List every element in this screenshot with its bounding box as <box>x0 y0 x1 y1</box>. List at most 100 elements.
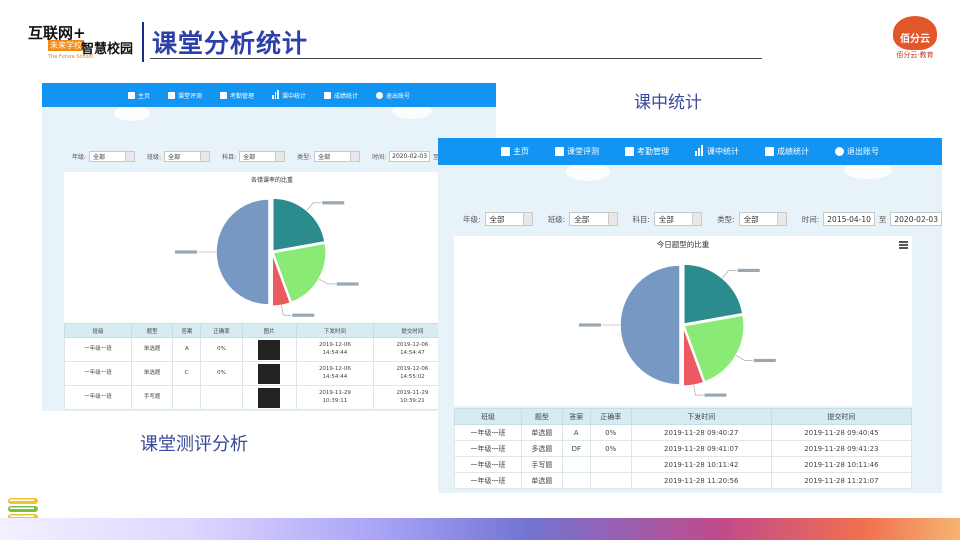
class-select[interactable]: 全部 <box>164 150 211 162</box>
cell-class: 一年级一班 <box>454 456 522 473</box>
cell-answer <box>561 472 591 489</box>
cell-class: 一年级一班 <box>454 472 522 489</box>
title-rule <box>150 58 762 59</box>
image-thumbnail[interactable] <box>258 339 281 360</box>
nav-class-stats[interactable]: 课中统计 <box>272 89 306 100</box>
cell-submitted: 2019-11-28 09:41:23 <box>770 440 913 457</box>
table-header-row: 班级 题型 答案 正确率 下发时间 提交时间 <box>454 408 913 425</box>
chevron-down-icon <box>692 213 702 225</box>
sent-time: 14:54:44 <box>322 373 348 380</box>
table-row: 一年级一班 多选题 DF 0% 2019-11-28 09:41:07 2019… <box>454 440 913 457</box>
cell-submitted: 2019-11-28 09:40:45 <box>770 424 913 441</box>
edit-icon <box>167 91 175 99</box>
nav-evaluation[interactable]: 课堂评测 <box>167 91 202 100</box>
nav-attendance-label: 考勤管理 <box>229 92 254 100</box>
col-rate: 正确率 <box>200 323 243 338</box>
cell-image <box>241 361 297 386</box>
cloud-logo-icon: 佰分云 <box>893 16 937 50</box>
type-select[interactable]: 全部 <box>738 212 787 226</box>
date-from-input[interactable]: 2020-02-03 <box>389 150 431 162</box>
slide: 互联网+ 未来学校 智慧校园 The Future School 课堂分析统计 … <box>0 0 960 540</box>
nav-score-stats[interactable]: 成绩统计 <box>765 146 809 157</box>
bar-chart-icon <box>272 89 280 99</box>
edit-icon <box>555 147 564 156</box>
menu-icon[interactable] <box>899 241 908 249</box>
nav-attendance[interactable]: 考勤管理 <box>625 146 669 157</box>
cell-class: 一年级一班 <box>454 424 522 441</box>
cell-sent: 2019-11-28 09:40:27 <box>630 424 772 441</box>
nav-logout-label: 退出账号 <box>386 92 411 100</box>
cell-sent: 2019-11-28 11:20:56 <box>630 472 772 489</box>
nav-score-stats-label: 成绩统计 <box>334 92 359 100</box>
image-thumbnail[interactable] <box>258 363 281 384</box>
col-sent: 下发时间 <box>295 323 375 338</box>
col-rate: 正确率 <box>589 408 632 425</box>
subject-select[interactable]: 全部 <box>239 150 286 162</box>
nav-home[interactable]: 主页 <box>127 91 150 100</box>
type-label: 类型: <box>297 153 312 161</box>
subject-value: 全部 <box>243 153 256 161</box>
col-class: 班级 <box>63 323 133 338</box>
date-separator: 至 <box>878 214 887 224</box>
bottom-gradient-stripe <box>0 518 960 540</box>
table-row: 一年级一班 手写题 2019-11-29 10:39:11 2019-11-29 1… <box>63 385 481 410</box>
cell-rate <box>200 385 243 410</box>
class-select[interactable]: 全部 <box>569 212 618 226</box>
nav-logout[interactable]: 退出账号 <box>376 91 410 100</box>
nav-evaluation[interactable]: 课堂评测 <box>555 146 599 157</box>
cell-class: 一年级一班 <box>454 440 522 457</box>
submitted-time: 14:55:02 <box>400 373 425 380</box>
table-row: 一年级一班 手写题 2019-11-28 10:11:42 2019-11-28… <box>454 456 913 473</box>
chart-icon <box>765 147 774 156</box>
cell-class: 一年级一班 <box>63 361 133 386</box>
nav-score-stats-label: 成绩统计 <box>777 147 809 156</box>
grade-select[interactable]: 全部 <box>89 150 136 162</box>
nav-attendance[interactable]: 考勤管理 <box>219 91 254 100</box>
sent-date: 2019-11-29 <box>318 390 351 397</box>
home-icon <box>501 147 510 156</box>
cell-class: 一年级一班 <box>63 385 133 410</box>
nav-home[interactable]: 主页 <box>501 146 529 157</box>
top-navbar: 主页 课堂评测 考勤管理 课中统计 成绩统计 退出账号 <box>438 138 942 165</box>
nav-class-stats[interactable]: 课中统计 <box>695 145 739 157</box>
class-value: 全部 <box>168 153 181 161</box>
calendar-icon <box>625 147 634 156</box>
table-header-row: 班级 题型 答案 正确率 图片 下发时间 提交时间 <box>63 323 481 338</box>
type-value: 全部 <box>743 214 759 224</box>
nav-evaluation-label: 课堂评测 <box>567 147 599 156</box>
brand-line-2: 未来学校 <box>48 40 84 51</box>
chevron-down-icon <box>125 151 135 161</box>
type-value: 全部 <box>318 153 331 161</box>
col-type: 题型 <box>131 323 174 338</box>
cell-rate: 0% <box>200 361 243 386</box>
nav-logout[interactable]: 退出账号 <box>835 146 879 157</box>
submitted-time: 10:39:21 <box>400 397 425 404</box>
type-select[interactable]: 全部 <box>314 150 361 162</box>
pie-chart: 各错课率的比重 <box>175 176 359 317</box>
cell-type: 单选题 <box>520 472 563 489</box>
logout-icon <box>835 147 844 156</box>
logo-cloud-text: 佰分云 <box>900 34 930 45</box>
chevron-down-icon <box>275 151 285 161</box>
nav-attendance-label: 考勤管理 <box>637 147 669 156</box>
table-row: 一年级一班 单选题 A 0% 2019-12-06 14:54:44 2019-1… <box>63 337 481 362</box>
bar-chart-icon <box>695 145 704 156</box>
caption-in-class-stats: 课中统计 <box>634 93 702 113</box>
date-to-input[interactable]: 2020-02-03 <box>890 212 942 226</box>
pie-data-label <box>737 268 760 273</box>
image-thumbnail[interactable] <box>258 387 281 408</box>
pie-leader-line <box>735 355 753 361</box>
table-row: 一年级一班 单选题 2019-11-28 11:20:56 2019-11-28… <box>454 472 913 489</box>
date-from-input[interactable]: 2015-04-10 <box>823 212 875 226</box>
cell-rate: 0% <box>200 337 243 362</box>
grade-label: 年级: <box>463 214 481 224</box>
nav-home-label: 主页 <box>513 147 529 156</box>
subject-select[interactable]: 全部 <box>653 212 703 226</box>
pie-leader-line <box>693 385 704 396</box>
col-submitted: 提交时间 <box>770 408 913 425</box>
cell-sent: 2019-12-06 14:54:44 <box>295 337 375 362</box>
pie-slice <box>272 197 326 252</box>
grade-select[interactable]: 全部 <box>484 212 533 226</box>
nav-score-stats[interactable]: 成绩统计 <box>324 91 358 100</box>
cell-type: 手写题 <box>131 385 174 410</box>
